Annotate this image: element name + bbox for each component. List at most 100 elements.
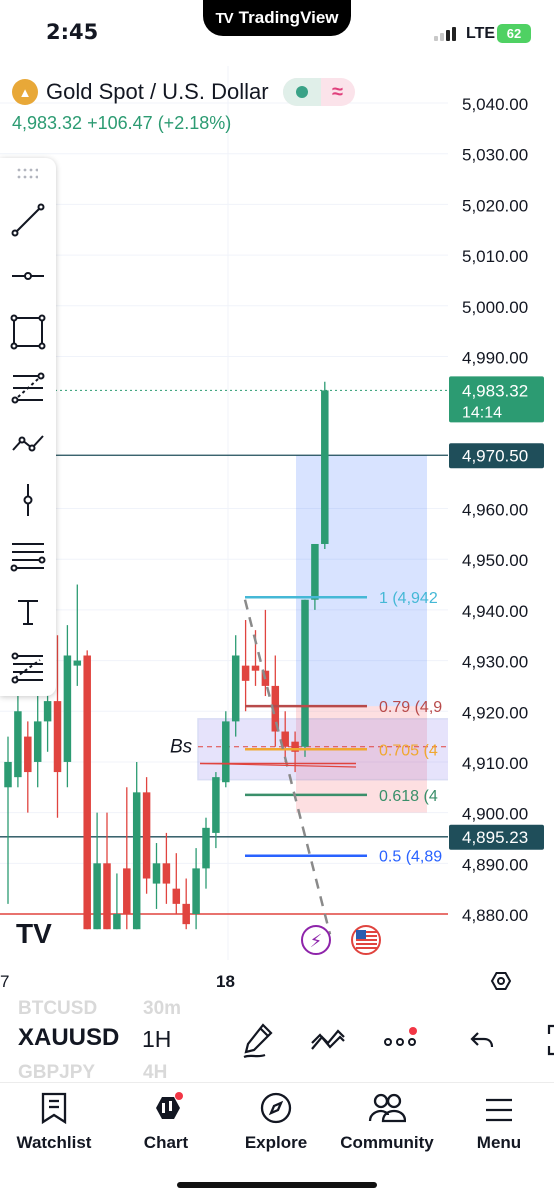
price-axis-label: 4,930.00 xyxy=(462,653,528,672)
data-delay-icon: ≈ xyxy=(332,80,344,103)
pitchfork-icon[interactable] xyxy=(8,648,48,688)
nav-chart[interactable]: Chart xyxy=(118,1083,214,1153)
symbol-selector[interactable]: XAUUSD xyxy=(18,1024,119,1052)
candle xyxy=(73,584,82,686)
candle-body xyxy=(241,665,250,681)
drag-grip-icon[interactable] xyxy=(16,166,38,182)
drawing-toolbar[interactable] xyxy=(0,158,56,696)
candle-body xyxy=(53,701,62,773)
price-axis-label: 5,000.00 xyxy=(462,298,528,317)
candle-body xyxy=(103,863,111,930)
candle xyxy=(123,787,131,930)
candle xyxy=(63,625,72,788)
candle-body xyxy=(212,777,220,833)
interval-selector[interactable]: 1H xyxy=(142,1026,171,1053)
bookmark-icon xyxy=(41,1092,67,1125)
candle-body xyxy=(152,863,161,884)
people-icon xyxy=(368,1093,406,1123)
candle-body xyxy=(162,863,171,884)
nav-label-community: Community xyxy=(340,1133,434,1152)
trend-line-icon[interactable] xyxy=(8,200,48,240)
pen-icon xyxy=(243,1023,273,1059)
nav-explore[interactable]: Explore xyxy=(228,1083,324,1153)
candle-body xyxy=(24,736,32,773)
more-dots-icon xyxy=(384,1027,417,1046)
price-axis-label: 4,900.00 xyxy=(462,805,528,824)
ghost-symbol-below[interactable]: GBPJPY xyxy=(18,1062,95,1084)
candle-body xyxy=(311,543,319,600)
battery-icon: 62 xyxy=(497,24,531,43)
flash-glyph: ⚡ xyxy=(310,931,323,952)
candle-body xyxy=(33,721,42,762)
time-axis-label: 7 xyxy=(0,972,9,991)
path-icon[interactable] xyxy=(8,424,48,464)
candle-body xyxy=(251,665,260,671)
candles-icon xyxy=(156,1092,183,1119)
rectangle-icon[interactable] xyxy=(8,312,48,352)
candle xyxy=(321,381,329,550)
nav-label-chart: Chart xyxy=(143,1133,189,1152)
text-icon[interactable] xyxy=(8,592,48,632)
hamburger-icon xyxy=(486,1098,512,1122)
fullscreen-button[interactable] xyxy=(532,1018,554,1062)
candle xyxy=(142,777,151,894)
price-axis-label: 4,940.00 xyxy=(462,602,528,621)
symbol-header[interactable]: ▲ Gold Spot / U.S. Dollar ≈ xyxy=(12,78,355,106)
price-axis-label: 5,040.00 xyxy=(462,95,528,114)
price-axis-label: 5,020.00 xyxy=(462,196,528,215)
ghost-symbol-above[interactable]: BTCUSD xyxy=(18,998,97,1020)
candle-body xyxy=(202,827,210,869)
drawing-tools-button[interactable] xyxy=(238,1018,278,1062)
gold-symbol-icon: ▲ xyxy=(12,79,38,105)
status-time: 2:45 xyxy=(46,20,99,44)
ghost-interval-below[interactable]: 4H xyxy=(143,1062,167,1084)
fib-retracement-icon[interactable] xyxy=(8,368,48,408)
support-level-badge-label: 4,895.23 xyxy=(462,828,528,847)
candle xyxy=(202,817,210,889)
candle-body xyxy=(73,660,82,666)
signal-icon xyxy=(434,27,456,41)
candle xyxy=(231,635,240,737)
market-open-icon xyxy=(282,78,321,106)
app-pill-label: TradingView xyxy=(238,8,339,27)
annotation-bs: Bs xyxy=(170,737,193,758)
nav-watchlist[interactable]: Watchlist xyxy=(6,1083,102,1153)
price-axis-label: 5,030.00 xyxy=(462,146,528,165)
nav-community[interactable]: Community xyxy=(337,1083,437,1153)
home-indicator xyxy=(177,1182,377,1188)
vertical-line-icon[interactable] xyxy=(8,480,48,520)
fullscreen-icon xyxy=(547,1024,554,1056)
parallel-lines-icon[interactable] xyxy=(8,536,48,576)
undo-button[interactable] xyxy=(462,1018,502,1062)
candle-body xyxy=(4,761,12,788)
last-price: 4,983.32 xyxy=(12,113,83,133)
candle-body xyxy=(192,868,200,914)
candle-body xyxy=(63,655,72,762)
chart-canvas[interactable]: 1 (4,942 0.79 (4,9 0.705 (4 0.618 (4 0.5 (4,… xyxy=(0,66,554,996)
price-axis-label: 4,990.00 xyxy=(462,348,528,367)
chart-area[interactable]: 1 (4,942 0.79 (4,9 0.705 (4 0.618 (4 0.5 (4,… xyxy=(0,66,554,996)
price-axis-label: 4,890.00 xyxy=(462,855,528,874)
candle-body xyxy=(182,903,190,925)
price-line: 4,983.32 +106.47 (+2.18%) xyxy=(12,113,231,134)
chart-settings-icon[interactable] xyxy=(490,972,512,990)
candle xyxy=(132,761,141,930)
candle-body xyxy=(231,655,240,722)
candle xyxy=(192,848,200,930)
price-axis-label: 4,960.00 xyxy=(462,501,528,520)
horizontal-ray-icon[interactable] xyxy=(8,256,48,296)
indicators-button[interactable] xyxy=(308,1018,348,1062)
price-axis-label: 4,910.00 xyxy=(462,754,528,773)
ghost-interval-above[interactable]: 30m xyxy=(143,998,181,1020)
symbol-name[interactable]: Gold Spot / U.S. Dollar xyxy=(46,79,269,105)
market-status-pill[interactable]: ≈ xyxy=(282,78,355,106)
more-button[interactable] xyxy=(380,1018,420,1062)
candle-body xyxy=(172,888,181,904)
last-price-badge-value: 4,983.32 xyxy=(462,381,528,400)
candle xyxy=(241,620,250,712)
fib-label: 0.79 (4,9 xyxy=(379,699,442,716)
candle-body xyxy=(113,914,121,930)
undo-icon xyxy=(470,1032,494,1048)
candle xyxy=(14,685,22,788)
nav-menu[interactable]: Menu xyxy=(452,1083,546,1153)
